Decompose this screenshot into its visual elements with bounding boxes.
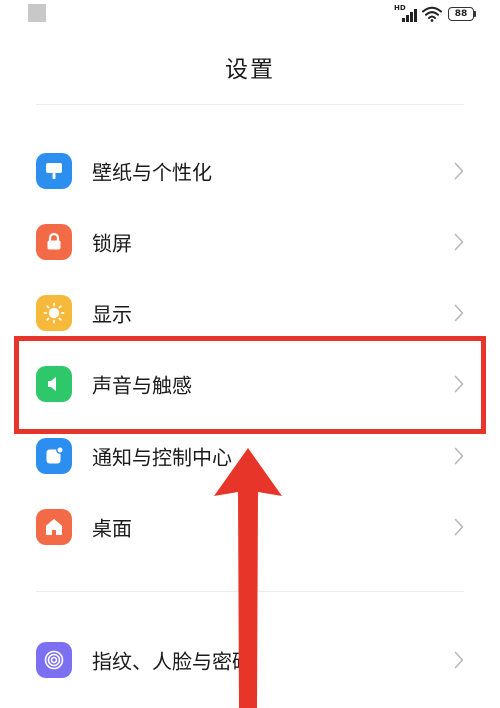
settings-item-lockscreen[interactable]: 锁屏 bbox=[0, 206, 500, 278]
fingerprint-icon bbox=[36, 642, 72, 678]
chevron-right-icon bbox=[454, 304, 464, 322]
chevron-right-icon bbox=[454, 447, 464, 465]
status-placeholder-icon bbox=[28, 4, 46, 22]
cellular-signal-icon: HD bbox=[394, 4, 417, 22]
settings-item-label: 显示 bbox=[92, 302, 132, 327]
settings-item-label: 壁纸与个性化 bbox=[92, 160, 212, 185]
chevron-right-icon bbox=[454, 162, 464, 180]
settings-item-wallpaper[interactable]: 壁纸与个性化 bbox=[0, 135, 500, 207]
chevron-right-icon bbox=[454, 518, 464, 536]
status-icons: HD 88 bbox=[394, 4, 476, 22]
chevron-right-icon bbox=[454, 651, 464, 669]
notification-icon bbox=[36, 438, 72, 474]
sun-icon bbox=[36, 295, 72, 331]
arrow-up-icon bbox=[214, 448, 282, 708]
status-bar: HD 88 bbox=[0, 0, 500, 30]
highlight-box bbox=[14, 336, 486, 434]
battery-level: 88 bbox=[448, 7, 474, 21]
page-title: 设置 bbox=[225, 57, 275, 83]
divider bbox=[36, 104, 464, 105]
settings-item-label: 锁屏 bbox=[92, 231, 132, 256]
settings-item-label: 通知与控制中心 bbox=[92, 445, 232, 470]
wifi-icon bbox=[422, 6, 442, 22]
lock-icon bbox=[36, 224, 72, 260]
home-icon bbox=[36, 509, 72, 545]
chevron-right-icon bbox=[454, 233, 464, 251]
wallpaper-icon bbox=[36, 153, 72, 189]
settings-item-label: 桌面 bbox=[92, 516, 132, 541]
battery-icon: 88 bbox=[448, 7, 476, 21]
